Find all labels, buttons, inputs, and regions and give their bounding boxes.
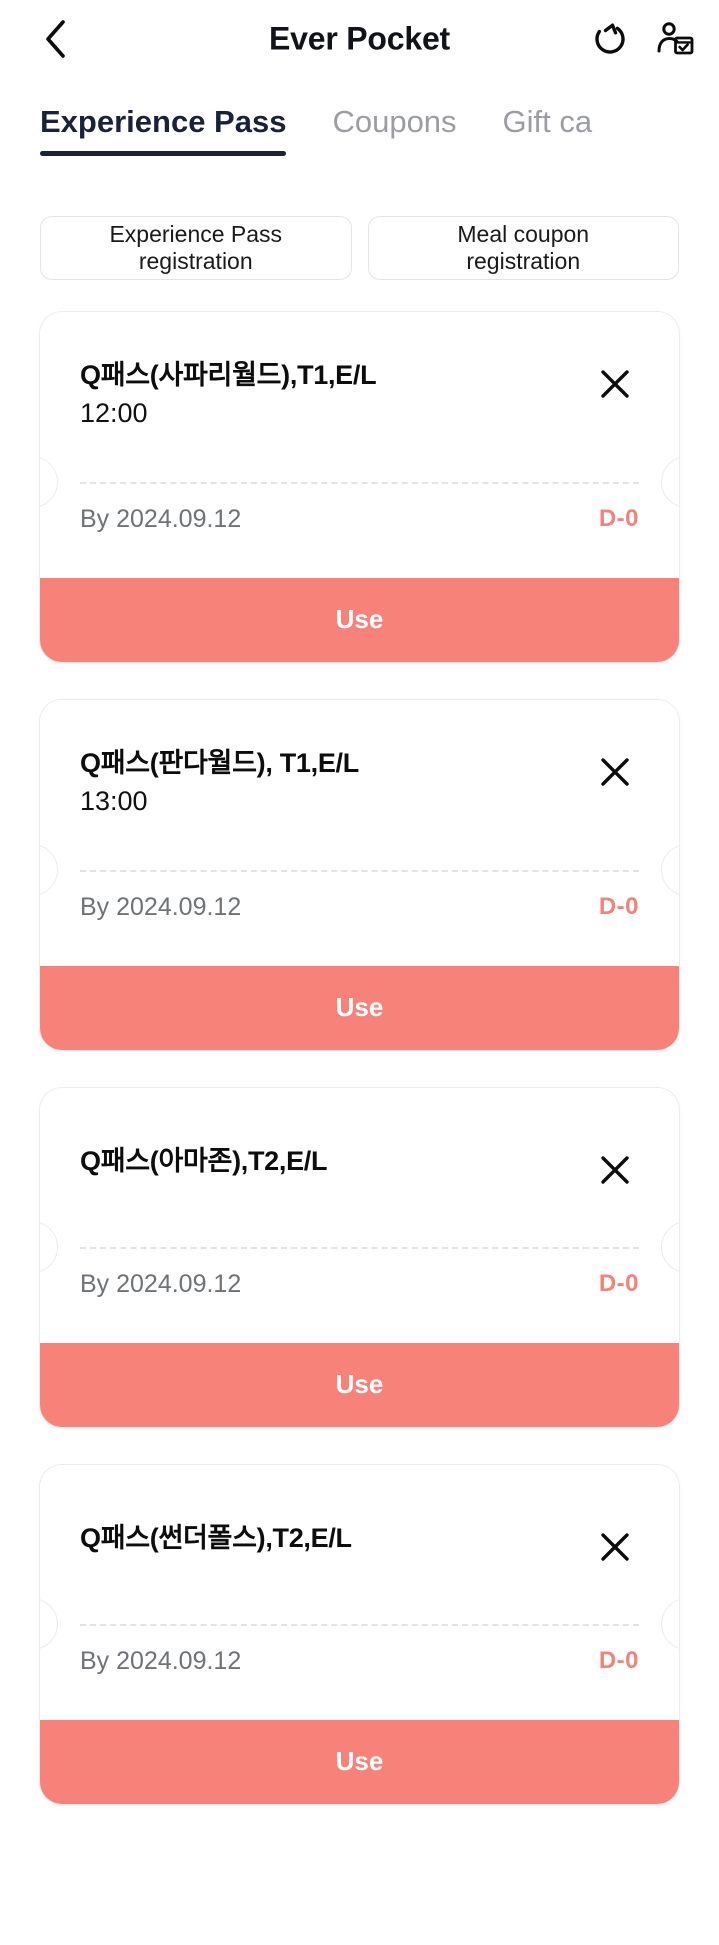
ticket-title: Q패스(사파리월드),T1,E/L [80,360,377,390]
tab-coupons[interactable]: Coupons [332,104,456,156]
reg-line-2: registration [466,248,581,274]
ticket-card[interactable]: Q패스(판다월드), T1,E/L 13:00 By 2024.09.12 D-… [40,699,679,1050]
ticket-header: Q패스(사파리월드),T1,E/L 12:00 [80,358,639,433]
ticket-dday-badge: D-0 [598,1647,639,1675]
ticket-title-wrap: Q패스(썬더폴스),T2,E/L [80,1521,577,1556]
reg-line-1: Experience Pass [109,220,283,247]
ticket-header: Q패스(썬더폴스),T2,E/L [80,1521,639,1571]
ticket-title-wrap: Q패스(판다월드), T1,E/L 13:00 [80,746,577,821]
tab-bar: Experience Pass Coupons Gift ca [0,78,719,156]
ticket-header: Q패스(판다월드), T1,E/L 13:00 [80,746,639,821]
ticket-title-wrap: Q패스(아마존),T2,E/L [80,1144,577,1179]
profile-schedule-button[interactable] [653,18,695,60]
ticket-body: Q패스(썬더폴스),T2,E/L By 2024.09.12 D-0 [40,1464,679,1720]
ticket-notch-right [661,843,679,896]
meal-coupon-registration-label: Meal coupon registration [457,221,589,275]
ticket-footer: By 2024.09.12 D-0 [80,505,639,578]
ticket-dday-badge: D-0 [598,893,639,921]
ticket-expiry-date: By 2024.09.12 [80,1646,242,1675]
ticket-perforation [40,1597,679,1650]
ticket-dashed-divider [80,1623,639,1626]
ticket-header: Q패스(아마존),T2,E/L [80,1144,639,1194]
ticket-card[interactable]: Q패스(썬더폴스),T2,E/L By 2024.09.12 D-0 Use [40,1464,679,1804]
ticket-use-button[interactable]: Use [40,965,679,1050]
ticket-dashed-divider [80,1246,639,1249]
header-actions [589,18,695,60]
ticket-notch-right [661,1220,679,1273]
ticket-footer: By 2024.09.12 D-0 [80,1270,639,1343]
reg-line-2: registration [138,248,253,274]
ticket-dday-badge: D-0 [598,505,639,533]
ticket-notch-right [661,1597,679,1650]
ticket-footer: By 2024.09.12 D-0 [80,893,639,966]
ticket-close-button[interactable] [591,1523,639,1571]
ticket-use-button[interactable]: Use [40,1719,679,1804]
ticket-list: Q패스(사파리월드),T1,E/L 12:00 By 2024.09.12 D-… [0,280,719,1804]
ticket-footer: By 2024.09.12 D-0 [80,1647,639,1720]
person-calendar-check-icon [657,22,694,55]
ticket-close-button[interactable] [591,1146,639,1194]
ticket-card[interactable]: Q패스(사파리월드),T1,E/L 12:00 By 2024.09.12 D-… [40,312,679,662]
refresh-icon [595,23,625,54]
ticket-notch-left [40,1597,58,1650]
meal-coupon-registration-button[interactable]: Meal coupon registration [367,216,679,280]
registration-button-row: Experience Pass registration Meal coupon… [0,156,719,280]
close-icon [601,758,629,786]
ticket-perforation [40,1220,679,1273]
ticket-title: Q패스(아마존),T2,E/L [80,1145,328,1176]
ticket-expiry-date: By 2024.09.12 [80,504,242,533]
experience-pass-registration-button[interactable]: Experience Pass registration [40,216,352,280]
experience-pass-registration-label: Experience Pass registration [109,221,282,275]
ticket-title: Q패스(판다월드), T1,E/L [80,747,359,778]
ticket-use-button[interactable]: Use [40,1342,679,1427]
ticket-dday-badge: D-0 [598,1270,639,1298]
tab-gift-cards[interactable]: Gift ca [503,104,593,156]
ticket-use-button[interactable]: Use [40,577,679,662]
tab-experience-pass[interactable]: Experience Pass [40,104,287,156]
ticket-body: Q패스(사파리월드),T1,E/L 12:00 By 2024.09.12 D-… [40,312,679,578]
ticket-title-wrap: Q패스(사파리월드),T1,E/L 12:00 [80,358,577,433]
reg-line-1: Meal coupon [457,220,590,247]
ticket-dashed-divider [80,869,639,872]
ticket-card[interactable]: Q패스(아마존),T2,E/L By 2024.09.12 D-0 Use [40,1087,679,1427]
ticket-perforation [40,843,679,896]
ticket-perforation [40,455,679,508]
close-icon [601,1533,629,1561]
ticket-notch-left [40,1220,58,1273]
ticket-notch-left [40,843,58,896]
ticket-time: 13:00 [80,785,148,816]
ticket-title: Q패스(썬더폴스),T2,E/L [80,1522,352,1553]
ticket-notch-left [40,455,58,508]
ticket-body: Q패스(아마존),T2,E/L By 2024.09.12 D-0 [40,1087,679,1343]
app-header: Ever Pocket [0,0,719,78]
ticket-time: 12:00 [80,398,148,429]
ticket-dashed-divider [80,481,639,484]
ticket-body: Q패스(판다월드), T1,E/L 13:00 By 2024.09.12 D-… [40,699,679,966]
ticket-expiry-date: By 2024.09.12 [80,892,242,921]
ticket-close-button[interactable] [591,748,639,796]
refresh-button[interactable] [589,18,631,60]
ticket-close-button[interactable] [591,360,639,408]
ticket-expiry-date: By 2024.09.12 [80,1269,242,1298]
close-icon [601,370,629,398]
ticket-notch-right [661,455,679,508]
close-icon [601,1156,629,1184]
